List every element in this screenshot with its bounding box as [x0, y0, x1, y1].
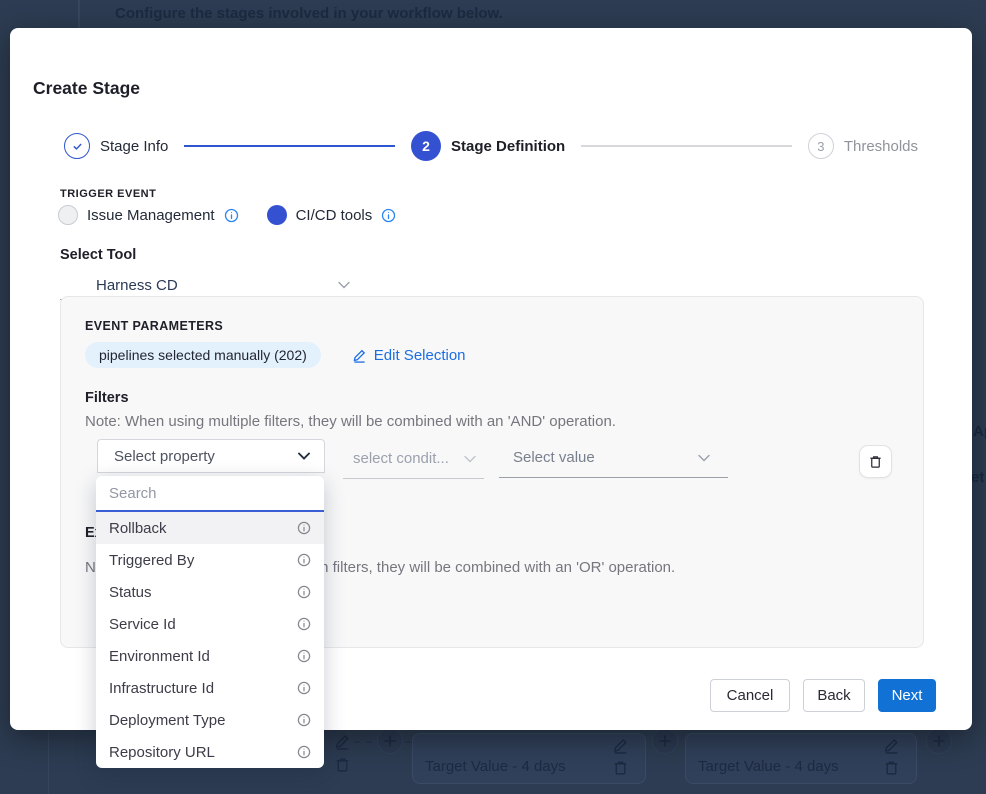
radio-selected-icon[interactable]: [267, 205, 287, 225]
dropdown-item-environment-id[interactable]: Environment Id: [96, 640, 324, 672]
condition-select-placeholder: select condit...: [353, 450, 449, 467]
background-clipped-text: Ap: [973, 423, 986, 440]
add-stage-plus-icon: [926, 728, 952, 754]
chevron-down-icon: [464, 455, 476, 463]
edit-selection-label: Edit Selection: [374, 347, 466, 364]
dropdown-item-label: Triggered By: [109, 552, 297, 569]
dropdown-item-triggered-by[interactable]: Triggered By: [96, 544, 324, 576]
stepper: Stage Info 2 Stage Definition 3 Threshol…: [64, 130, 918, 162]
info-icon[interactable]: [381, 208, 396, 223]
step-label: Thresholds: [844, 138, 918, 155]
dropdown-item-label: Rollback: [109, 520, 297, 537]
step-stage-info[interactable]: Stage Info: [64, 133, 168, 159]
search-input[interactable]: [109, 485, 311, 502]
tool-select-value: Harness CD: [96, 277, 178, 294]
filters-note: Note: When using multiple filters, they …: [85, 413, 616, 430]
dropdown-item-status[interactable]: Status: [96, 576, 324, 608]
dropdown-item-service-id[interactable]: Service Id: [96, 608, 324, 640]
radio-label: CI/CD tools: [296, 207, 373, 224]
radio-label: Issue Management: [87, 207, 215, 224]
info-icon[interactable]: [297, 745, 311, 759]
dropdown-item-label: Environment Id: [109, 648, 297, 665]
trash-icon: [612, 759, 629, 776]
property-dropdown: Rollback Triggered By Status Service Id …: [96, 476, 324, 768]
step-connector: [581, 145, 792, 147]
dropdown-item-rollback[interactable]: Rollback: [96, 512, 324, 544]
dropdown-search: [96, 476, 324, 512]
dropdown-item-deployment-type[interactable]: Deployment Type: [96, 704, 324, 736]
next-button[interactable]: Next: [878, 679, 936, 712]
add-stage-plus-icon: [652, 728, 678, 754]
modal-title: Create Stage: [33, 78, 140, 99]
edit-selection-link[interactable]: Edit Selection: [352, 347, 466, 364]
event-parameters-heading: EVENT PARAMETERS: [85, 319, 223, 333]
info-icon[interactable]: [297, 713, 311, 727]
radio-unselected-icon[interactable]: [58, 205, 78, 225]
radio-cicd-tools[interactable]: CI/CD tools: [267, 205, 397, 225]
value-select[interactable]: Select value: [499, 438, 728, 478]
step-number: 3: [808, 133, 834, 159]
create-stage-modal: Create Stage Stage Info 2 Stage Definiti…: [10, 28, 972, 730]
background-subtitle: Configure the stages involved in your wo…: [115, 5, 503, 22]
step-label: Stage Definition: [451, 138, 565, 155]
cancel-button[interactable]: Cancel: [710, 679, 790, 712]
add-stage-plus-icon: [377, 728, 403, 754]
stage-card: Target Value - 4 days: [412, 733, 646, 784]
dropdown-item-infrastructure-id[interactable]: Infrastructure Id: [96, 672, 324, 704]
property-select[interactable]: Select property: [97, 439, 325, 473]
step-connector: [184, 145, 395, 147]
select-tool-label: Select Tool: [60, 247, 136, 263]
info-icon[interactable]: [297, 649, 311, 663]
dropdown-item-label: Infrastructure Id: [109, 680, 297, 697]
dropdown-item-repository-url[interactable]: Repository URL: [96, 736, 324, 768]
step-thresholds[interactable]: 3 Thresholds: [808, 133, 918, 159]
dropdown-item-label: Deployment Type: [109, 712, 297, 729]
info-icon[interactable]: [297, 681, 311, 695]
modal-footer: Cancel Back Next: [710, 679, 936, 712]
stage-card: Target Value - 4 days: [685, 733, 917, 784]
workflow-connector: [354, 741, 372, 743]
screen: Configure the stages involved in your wo…: [0, 0, 986, 794]
value-select-placeholder: Select value: [513, 449, 595, 466]
trigger-event-options: Issue Management CI/CD tools: [58, 205, 396, 225]
dropdown-item-label: Repository URL: [109, 744, 297, 761]
chevron-down-icon: [698, 454, 710, 462]
trigger-event-label: TRIGGER EVENT: [60, 188, 156, 200]
trash-icon: [334, 756, 351, 773]
chevron-down-icon: [338, 281, 350, 289]
info-icon[interactable]: [297, 553, 311, 567]
step-stage-definition[interactable]: 2 Stage Definition: [411, 131, 565, 161]
background-divider: [78, 0, 80, 30]
check-icon: [64, 133, 90, 159]
property-select-placeholder: Select property: [114, 448, 215, 465]
stage-card-title: Target Value - 4 days: [698, 758, 839, 775]
edit-pencil-icon: [883, 737, 900, 754]
filters-heading: Filters: [85, 390, 129, 406]
dropdown-item-label: Status: [109, 584, 297, 601]
edit-pencil-icon: [334, 733, 351, 750]
chevron-down-icon: [298, 452, 310, 460]
step-number: 2: [411, 131, 441, 161]
trash-icon: [883, 759, 900, 776]
edit-pencil-icon: [612, 737, 629, 754]
delete-filter-button[interactable]: [859, 445, 892, 478]
info-icon[interactable]: [297, 585, 311, 599]
edit-pencil-icon: [352, 348, 367, 363]
info-icon[interactable]: [297, 617, 311, 631]
dropdown-item-label: Service Id: [109, 616, 297, 633]
radio-issue-management[interactable]: Issue Management: [58, 205, 239, 225]
condition-select[interactable]: select condit...: [343, 439, 484, 479]
background-column-divider: [48, 732, 49, 794]
selection-pill: pipelines selected manually (202): [85, 342, 321, 368]
step-label: Stage Info: [100, 138, 168, 155]
trash-icon: [868, 454, 883, 469]
info-icon[interactable]: [297, 521, 311, 535]
back-button[interactable]: Back: [803, 679, 865, 712]
stage-card-title: Target Value - 4 days: [425, 758, 566, 775]
background-clipped-text: et: [971, 469, 984, 486]
info-icon[interactable]: [224, 208, 239, 223]
